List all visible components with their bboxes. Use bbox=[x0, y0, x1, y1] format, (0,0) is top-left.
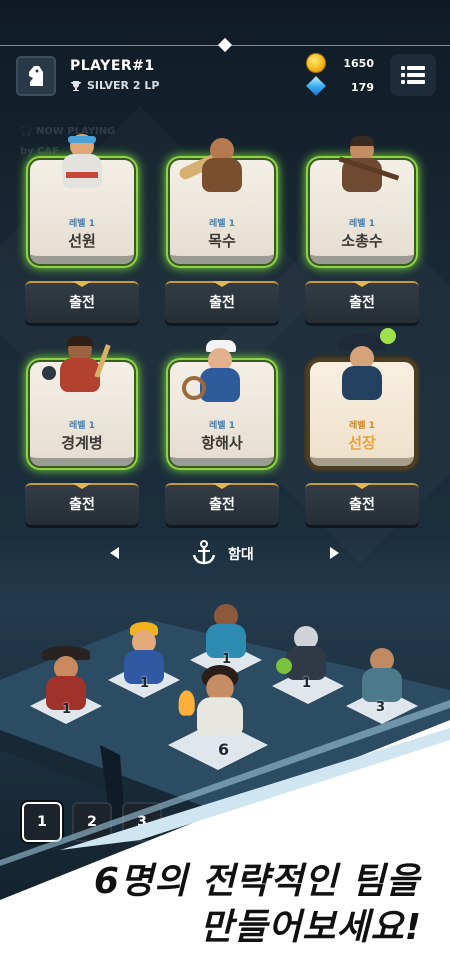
board-unit-sailor[interactable] bbox=[114, 622, 174, 684]
chess-knight-icon bbox=[29, 66, 43, 86]
crew-level: 레벨 1 bbox=[349, 219, 375, 229]
anchor-icon bbox=[192, 540, 216, 565]
deploy-notch bbox=[72, 281, 92, 287]
crew-name: 선원 bbox=[68, 232, 96, 250]
next-fleet-icon[interactable] bbox=[330, 547, 339, 559]
crew-name: 소총수 bbox=[341, 232, 383, 250]
fleet-label: 함대 bbox=[228, 547, 254, 563]
deploy-label: 출전 bbox=[209, 497, 235, 513]
deploy-notch bbox=[352, 281, 372, 287]
deploy-label: 출전 bbox=[209, 295, 235, 311]
crew-name: 항해사 bbox=[201, 434, 243, 452]
carpenter-character-icon bbox=[177, 136, 252, 198]
lookout-character-icon bbox=[42, 336, 111, 398]
coin-count: 1650 bbox=[343, 57, 374, 70]
unit-count: 1 bbox=[140, 676, 150, 691]
crew-level: 레벨 1 bbox=[209, 219, 235, 229]
fleet-nav: 함대 bbox=[0, 540, 450, 568]
deploy-label: 출전 bbox=[349, 295, 375, 311]
list-menu-icon bbox=[401, 66, 425, 84]
menu-button[interactable] bbox=[390, 54, 436, 96]
crew-level: 레벨 1 bbox=[349, 421, 375, 431]
board-unit-dealer[interactable] bbox=[352, 646, 412, 708]
deploy-button-sailor[interactable]: 출전 bbox=[25, 281, 139, 323]
crew-name: 선장 bbox=[348, 434, 376, 452]
crew-name: 경계병 bbox=[61, 434, 103, 452]
trophy-icon bbox=[71, 80, 81, 91]
crew-level: 레벨 1 bbox=[69, 219, 95, 229]
deploy-button-carpenter[interactable]: 출전 bbox=[165, 281, 279, 323]
deploy-button-lookout[interactable]: 출전 bbox=[25, 483, 139, 525]
board-unit-captain[interactable] bbox=[36, 646, 96, 710]
player-rank: SILVER 2 LP bbox=[70, 79, 159, 92]
crew-level: 레벨 1 bbox=[209, 421, 235, 431]
deploy-notch bbox=[352, 483, 372, 489]
deploy-button-rifleman[interactable]: 출전 bbox=[305, 281, 419, 323]
gem-count: 179 bbox=[351, 81, 374, 94]
deploy-notch bbox=[72, 483, 92, 489]
unit-count: 1 bbox=[222, 652, 232, 667]
crew-level: 레벨 1 bbox=[69, 421, 95, 431]
crew-name: 목수 bbox=[208, 232, 236, 250]
player-header: PLAYER#1 SILVER 2 LP 1650 179 bbox=[0, 52, 450, 100]
deploy-button-navigator[interactable]: 출전 bbox=[165, 483, 279, 525]
player-avatar[interactable] bbox=[16, 56, 56, 96]
deploy-label: 출전 bbox=[69, 295, 95, 311]
captain-character-icon bbox=[332, 328, 396, 400]
promo-headline: 6명의 전략적인 팀을 bbox=[93, 861, 420, 902]
previous-fleet-icon[interactable] bbox=[110, 547, 119, 559]
deploy-label: 출전 bbox=[69, 497, 95, 513]
navigator-character-icon bbox=[182, 340, 250, 402]
player-name: PLAYER#1 bbox=[70, 58, 155, 74]
sailor-character-icon bbox=[52, 132, 112, 194]
deploy-notch bbox=[212, 281, 232, 287]
deploy-button-captain[interactable]: 출전 bbox=[305, 483, 419, 525]
unit-count: 1 bbox=[302, 676, 312, 691]
promo-subheadline: 만들어보세요! bbox=[199, 907, 422, 948]
rifleman-character-icon bbox=[332, 136, 400, 198]
deploy-label: 출전 bbox=[349, 497, 375, 513]
deploy-notch bbox=[212, 483, 232, 489]
rank-label: SILVER 2 LP bbox=[87, 79, 160, 92]
